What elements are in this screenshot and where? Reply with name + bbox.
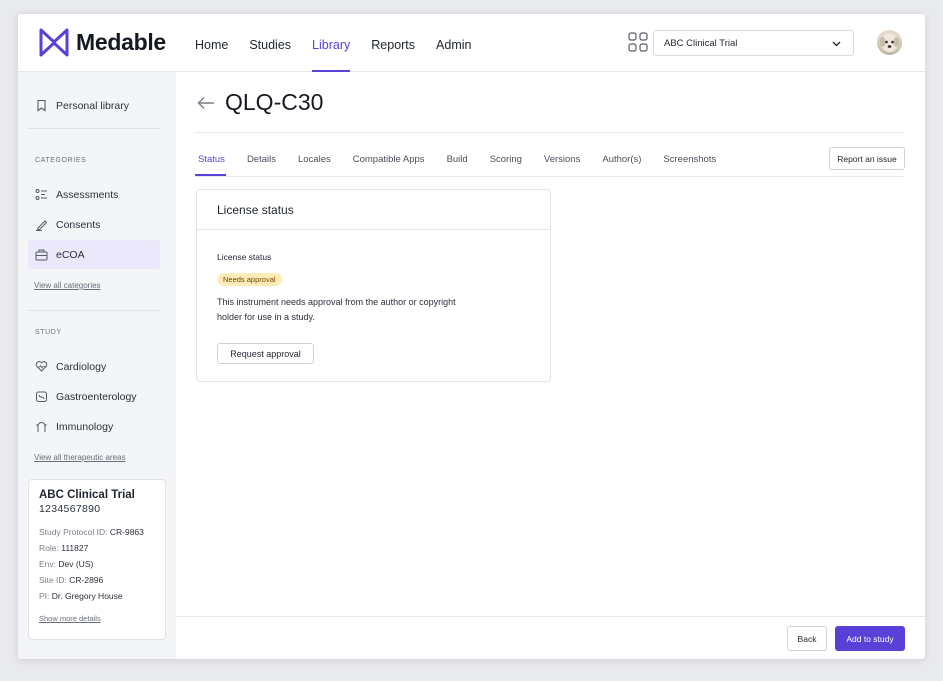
- card-title: License status: [197, 190, 550, 230]
- page-title: QLQ-C30: [225, 89, 324, 115]
- nav-studies[interactable]: Studies: [249, 14, 291, 72]
- add-to-study-button[interactable]: Add to study: [835, 626, 905, 651]
- study-card-title: ABC Clinical Trial: [39, 489, 135, 501]
- sidebar-item-label: eCOA: [56, 248, 85, 261]
- pen-icon: [36, 220, 48, 231]
- device-icon: [35, 249, 48, 261]
- user-avatar[interactable]: [877, 30, 902, 55]
- top-bar: Medable Home Studies Library Reports Adm…: [18, 14, 925, 72]
- tab-authors[interactable]: Author(s): [599, 142, 642, 176]
- bookmark-icon: [37, 99, 46, 112]
- view-all-areas-link[interactable]: View all therapeutic areas: [34, 453, 125, 462]
- view-all-categories-link[interactable]: View all categories: [34, 281, 101, 290]
- study-pi-row: PI: Dr. Gregory House: [39, 591, 123, 601]
- back-button[interactable]: Back: [787, 626, 827, 651]
- study-card-number: 1234567890: [39, 503, 101, 515]
- medable-logo-icon: [39, 28, 69, 57]
- sidebar-item-consents[interactable]: Consents: [28, 210, 160, 239]
- list-icon: [35, 189, 47, 200]
- footer-bar: Back Add to study: [176, 616, 925, 659]
- sidebar-item-gastroenterology[interactable]: Gastroenterology: [28, 382, 160, 411]
- report-issue-button[interactable]: Report an issue: [829, 147, 905, 170]
- brand-logo[interactable]: Medable: [38, 27, 166, 58]
- sidebar: Personal library CATEGORIES Assessments …: [18, 72, 176, 659]
- sidebar-divider: [28, 310, 160, 311]
- sidebar-item-ecoa[interactable]: eCOA: [28, 240, 160, 269]
- sidebar-item-label: Consents: [56, 218, 101, 231]
- status-badge: Needs approval: [217, 273, 282, 286]
- license-description: This instrument needs approval from the …: [217, 297, 456, 322]
- license-status-card: License status License status Needs appr…: [196, 189, 551, 382]
- sidebar-item-label: Personal library: [56, 99, 129, 112]
- card-body: License status Needs approval This instr…: [197, 230, 550, 364]
- nav-home[interactable]: Home: [195, 14, 228, 72]
- sidebar-item-label: Assessments: [56, 188, 119, 201]
- study-role-row: Role: 111827: [39, 543, 89, 553]
- sidebar-item-personal-library[interactable]: Personal library: [28, 91, 160, 120]
- brand-name: Medable: [76, 29, 166, 55]
- sidebar-divider: [28, 128, 160, 129]
- tab-locales[interactable]: Locales: [295, 142, 332, 176]
- sidebar-item-label: Gastroenterology: [56, 390, 137, 403]
- license-status-label: License status: [217, 252, 272, 262]
- study-select-value: ABC Clinical Trial: [664, 37, 738, 49]
- main-nav: Home Studies Library Reports Admin: [195, 14, 492, 72]
- tabs-divider: [195, 176, 905, 177]
- study-env-row: Env: Dev (US): [39, 559, 94, 569]
- title-divider: [195, 132, 905, 133]
- dog-avatar-icon: [879, 34, 900, 52]
- tab-screenshots[interactable]: Screenshots: [660, 142, 717, 176]
- tab-build[interactable]: Build: [444, 142, 469, 176]
- study-select[interactable]: ABC Clinical Trial: [653, 30, 854, 56]
- nav-admin[interactable]: Admin: [436, 14, 471, 72]
- tab-status[interactable]: Status: [195, 142, 226, 176]
- study-site-row: Site ID: CR-2896: [39, 575, 104, 585]
- tab-details[interactable]: Details: [244, 142, 277, 176]
- arrow-left-icon[interactable]: [197, 96, 215, 110]
- study-info-card: ABC Clinical Trial 1234567890 Study Prot…: [28, 479, 166, 640]
- stomach-icon: [36, 391, 47, 402]
- categories-heading: CATEGORIES: [35, 157, 87, 164]
- app-window: Medable Home Studies Library Reports Adm…: [18, 14, 925, 659]
- tab-compatible-apps[interactable]: Compatible Apps: [350, 142, 426, 176]
- sidebar-item-cardiology[interactable]: Cardiology: [28, 352, 160, 381]
- nav-reports[interactable]: Reports: [371, 14, 415, 72]
- study-heading: STUDY: [35, 329, 62, 336]
- tab-versions[interactable]: Versions: [541, 142, 581, 176]
- sidebar-item-assessments[interactable]: Assessments: [28, 180, 160, 209]
- chevron-down-icon: [832, 41, 841, 47]
- study-protocol-row: Study Protocol ID: CR-9863: [39, 527, 144, 537]
- sidebar-item-label: Immunology: [56, 420, 114, 433]
- sidebar-item-immunology[interactable]: Immunology: [28, 412, 160, 441]
- heart-icon: [35, 361, 48, 372]
- tab-scoring[interactable]: Scoring: [487, 142, 523, 176]
- request-approval-button[interactable]: Request approval: [217, 343, 314, 364]
- sidebar-item-label: Cardiology: [56, 360, 107, 373]
- nav-library[interactable]: Library: [312, 14, 351, 72]
- antibody-icon: [36, 422, 47, 432]
- tab-bar: Status Details Locales Compatible Apps B…: [195, 142, 735, 176]
- show-more-details-link[interactable]: Show more details: [39, 614, 155, 623]
- grid-apps-icon[interactable]: [628, 32, 648, 52]
